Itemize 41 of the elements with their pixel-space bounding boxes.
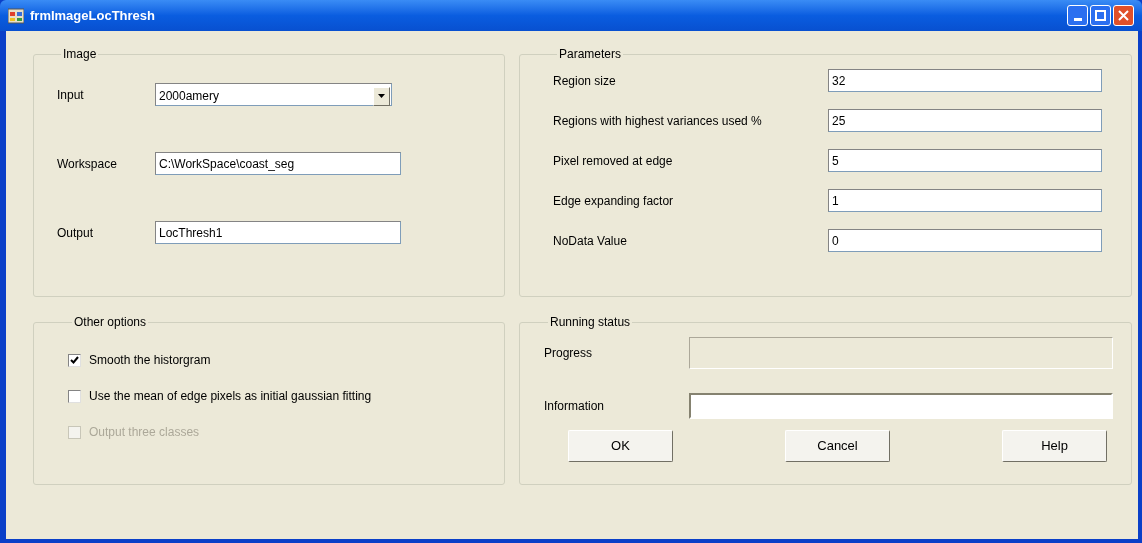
window-title: frmImageLocThresh	[30, 6, 156, 25]
caret-icon	[378, 94, 385, 98]
app-icon	[8, 7, 24, 24]
parameter-label: Regions with highest variances used %	[553, 112, 763, 130]
close-icon	[1118, 10, 1129, 21]
check-icon	[70, 356, 79, 364]
text-field[interactable]: LocThresh1	[155, 221, 401, 244]
checkbox[interactable]	[68, 389, 81, 403]
field-label: Input	[57, 86, 85, 104]
field-label: Workspace	[57, 155, 118, 173]
group-title: Other options	[73, 314, 148, 331]
dialog-button[interactable]: Cancel	[785, 430, 890, 462]
checkbox[interactable]	[68, 353, 81, 367]
close-button[interactable]	[1113, 5, 1134, 26]
dialog-button[interactable]: OK	[568, 430, 673, 462]
dropdown-button[interactable]	[373, 86, 390, 106]
group-title: Parameters	[558, 46, 623, 63]
maximize-icon	[1095, 10, 1106, 21]
parameter-field[interactable]: 5	[828, 149, 1102, 172]
parameter-label: Region size	[553, 72, 617, 90]
checkbox-label: Use the mean of edge pixels as initial gaussian fitting	[89, 388, 372, 405]
checkbox-label: Smooth the historgram	[89, 352, 211, 369]
progress-label: Progress	[544, 345, 594, 362]
checkbox-label: Output three classes	[89, 424, 200, 441]
field-label: Output	[57, 224, 95, 242]
text-field[interactable]: C:\WorkSpace\coast_seg	[155, 152, 401, 175]
group-title: Image	[62, 46, 98, 63]
parameter-label: Pixel removed at edge	[553, 152, 674, 170]
group-title: Running status	[549, 314, 632, 331]
minimize-button[interactable]	[1067, 5, 1088, 26]
information-label: Information	[544, 398, 606, 415]
parameter-field[interactable]: 1	[828, 189, 1102, 212]
input-dropdown[interactable]: 2000amery	[155, 83, 392, 106]
dialog-button[interactable]: Help	[1002, 430, 1107, 462]
parameter-label: Edge expanding factor	[553, 192, 675, 210]
parameter-label: NoData Value	[553, 232, 628, 250]
parameter-field[interactable]: 32	[828, 69, 1102, 92]
parameter-field[interactable]: 25	[828, 109, 1102, 132]
minimize-icon	[1073, 18, 1082, 21]
parameter-field[interactable]: 0	[828, 229, 1102, 252]
maximize-button[interactable]	[1090, 5, 1111, 26]
